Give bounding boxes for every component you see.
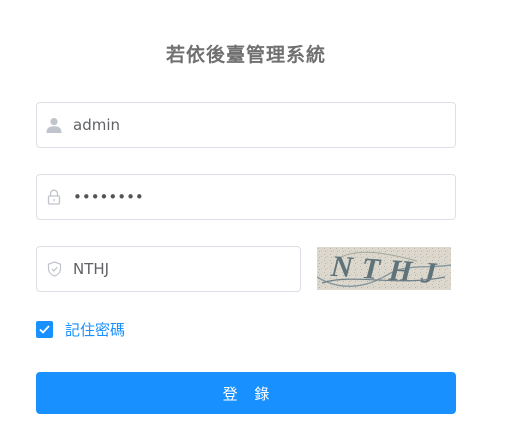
shield-icon: [46, 261, 62, 277]
checkbox-checked-icon[interactable]: [36, 321, 53, 338]
username-input[interactable]: admin: [73, 116, 120, 134]
login-button[interactable]: 登 錄: [36, 372, 456, 414]
password-field[interactable]: ••••••••: [36, 174, 456, 220]
lock-icon: [46, 189, 62, 205]
user-icon: [46, 117, 62, 133]
captcha-code-field[interactable]: NTHJ: [36, 246, 301, 292]
remember-password-checkbox[interactable]: 記住密碼: [36, 319, 125, 340]
remember-password-label[interactable]: 記住密碼: [65, 319, 125, 340]
page-title: 若依後臺管理系統: [165, 44, 326, 66]
login-form: 若依後臺管理系統 admin •••••••• NTHJ NTHJ 記住密碼 登…: [0, 0, 515, 433]
username-field[interactable]: admin: [36, 102, 456, 148]
captcha-image[interactable]: NTHJ: [316, 247, 452, 291]
captcha-code-input[interactable]: NTHJ: [73, 260, 109, 278]
password-input[interactable]: ••••••••: [73, 188, 144, 206]
